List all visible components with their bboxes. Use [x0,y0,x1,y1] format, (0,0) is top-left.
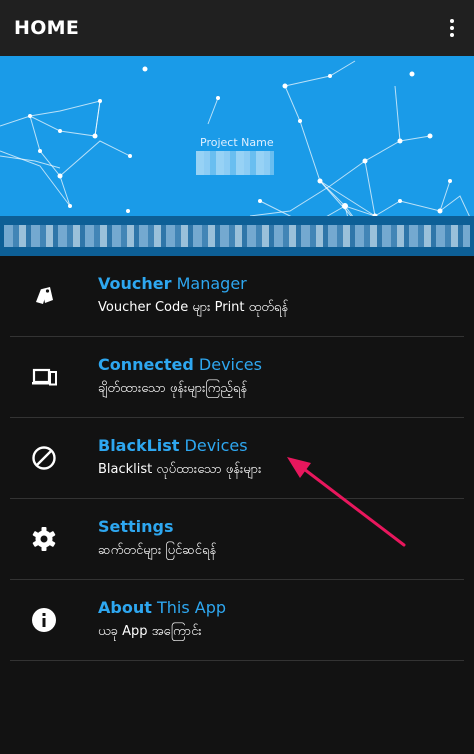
menu-item-title: Settings [98,517,174,536]
menu-list: Voucher Manager Voucher Code များ Print … [0,256,474,661]
banner-strip-text-redacted: ████████████████████████████████████████ [4,225,470,247]
banner-header: Project Name ████████ ██████████████████… [0,56,474,256]
menu-item-subtitle: ဆက်တင်များ ပြင်ဆင်ရန် [98,543,217,558]
banner-info-strip: ████████████████████████████████████████ [0,216,474,256]
more-vert-icon[interactable] [440,14,464,42]
menu-item-about-this-app[interactable]: About This App ယခု App အကြောင်း [10,580,464,661]
app-bar: HOME [0,0,474,56]
menu-item-settings[interactable]: Settings ဆက်တင်များ ပြင်ဆင်ရန် [10,499,464,580]
project-name-value-redacted: ████████ [196,151,274,175]
menu-item-title: Voucher Manager [98,274,247,293]
info-icon [30,606,58,634]
menu-item-title: Connected Devices [98,355,262,374]
gear-icon [30,525,58,553]
block-icon [30,444,58,472]
menu-item-blacklist-devices[interactable]: BlackList Devices Blacklist လုပ်ထားသော ဖ… [10,418,464,499]
menu-item-voucher-manager[interactable]: Voucher Manager Voucher Code များ Print … [10,256,464,337]
menu-item-subtitle: ချိတ်ထားသော ဖုန်းများကြည့်ရန် [98,381,248,396]
menu-item-subtitle: Blacklist လုပ်ထားသော ဖုန်းများ [98,462,262,477]
menu-item-connected-devices[interactable]: Connected Devices ချိတ်ထားသော ဖုန်းများက… [10,337,464,418]
menu-item-title: About This App [98,598,226,617]
tag-icon [30,282,58,310]
project-name-label: Project Name [200,136,274,149]
menu-item-subtitle: ယခု App အကြောင်း [98,624,202,639]
page-title: HOME [14,17,80,39]
devices-icon [30,363,58,391]
menu-item-subtitle: Voucher Code များ Print ထုတ်ရန် [98,300,289,315]
menu-item-title: BlackList Devices [98,436,248,455]
